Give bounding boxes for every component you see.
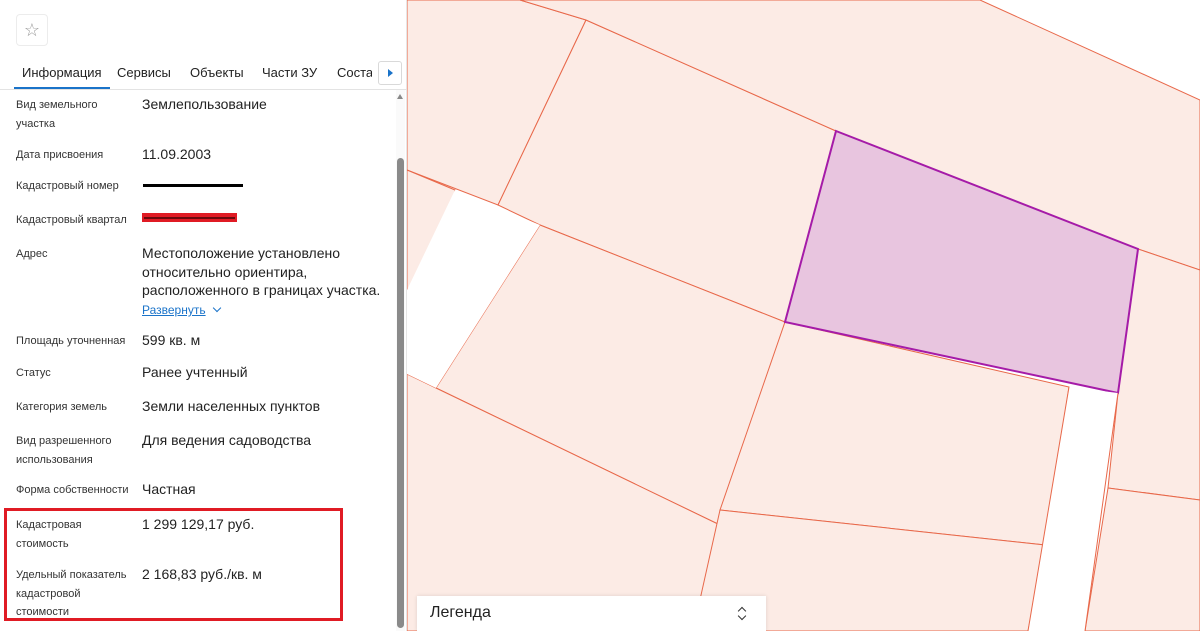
star-outline-icon: ☆ [23, 19, 41, 40]
info-content: Вид земельного участка Землепользование … [0, 90, 395, 631]
tab-services[interactable]: Сервисы [117, 57, 171, 89]
field-label: Категория земель [16, 401, 107, 413]
field-label: Статус [16, 367, 51, 379]
field-label: Площадь уточненная [16, 335, 126, 347]
field-label: Кадастровый квартал [16, 214, 127, 226]
tab-bar: Информация Сервисы Объекты Части ЗУ Сост… [0, 57, 407, 90]
chevron-up-down-icon[interactable] [737, 604, 749, 622]
expand-label: Развернуть [142, 303, 206, 317]
tab-composition[interactable]: Состав [337, 57, 372, 89]
tab-objects[interactable]: Объекты [190, 57, 244, 89]
field-label: Вид разрешенного использования [16, 435, 112, 466]
expand-address-link[interactable]: Развернуть [142, 303, 221, 317]
field-value: Для ведения садоводства [142, 432, 312, 448]
legend-panel[interactable]: Легенда [417, 596, 766, 631]
field-label: Кадастровый номер [16, 180, 119, 192]
scroll-up-arrow-icon[interactable] [397, 94, 403, 99]
field-value: Ранее учтенный [142, 364, 248, 380]
field-label: Адрес [16, 248, 48, 260]
tab-information[interactable]: Информация [14, 57, 110, 89]
redaction-strike [144, 217, 235, 219]
field-value: 11.09.2003 [142, 146, 212, 162]
field-value: Земли населенных пунктов [142, 398, 321, 414]
field-label: Вид земельного участка [16, 99, 98, 130]
highlight-annotation [4, 508, 343, 621]
field-value: Частная [142, 481, 196, 497]
redacted-cadastral-number [143, 184, 243, 187]
legend-title: Легенда [430, 604, 491, 621]
tab-parts[interactable]: Части ЗУ [262, 57, 317, 89]
info-panel: ☆ Информация Сервисы Объекты Части ЗУ Со… [0, 0, 407, 631]
chevron-down-icon [212, 303, 221, 313]
address-value: Местоположение установлено относительно … [142, 245, 381, 298]
field-label: Дата присвоения [16, 149, 104, 161]
field-label: Форма собственности [16, 484, 129, 496]
tabs-scroll-right-button[interactable] [378, 61, 402, 85]
field-value: 599 кв. м [142, 332, 201, 348]
field-value: Землепользование [142, 96, 267, 112]
favorite-button[interactable]: ☆ [16, 14, 48, 46]
scrollbar-thumb[interactable] [397, 158, 404, 628]
chevron-right-icon [387, 69, 393, 77]
